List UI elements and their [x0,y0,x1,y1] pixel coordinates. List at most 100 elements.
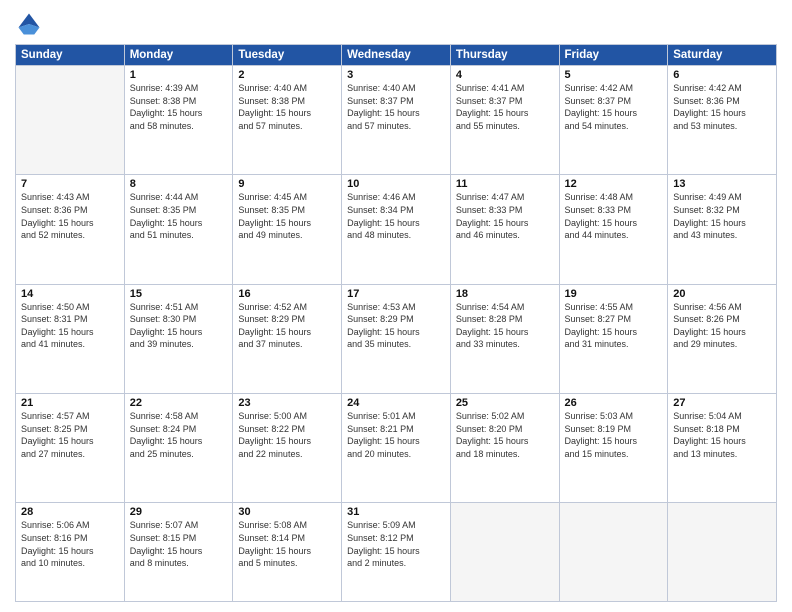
day-info: Sunrise: 4:48 AM Sunset: 8:33 PM Dayligh… [565,191,663,241]
calendar-cell: 11Sunrise: 4:47 AM Sunset: 8:33 PM Dayli… [450,175,559,284]
day-info: Sunrise: 4:40 AM Sunset: 8:37 PM Dayligh… [347,82,445,132]
calendar-cell: 17Sunrise: 4:53 AM Sunset: 8:29 PM Dayli… [342,284,451,393]
day-info: Sunrise: 5:04 AM Sunset: 8:18 PM Dayligh… [673,410,771,460]
calendar-cell: 26Sunrise: 5:03 AM Sunset: 8:19 PM Dayli… [559,393,668,502]
week-row-4: 21Sunrise: 4:57 AM Sunset: 8:25 PM Dayli… [16,393,777,502]
day-info: Sunrise: 4:56 AM Sunset: 8:26 PM Dayligh… [673,301,771,351]
calendar-cell: 10Sunrise: 4:46 AM Sunset: 8:34 PM Dayli… [342,175,451,284]
day-info: Sunrise: 5:00 AM Sunset: 8:22 PM Dayligh… [238,410,336,460]
calendar-body: 1Sunrise: 4:39 AM Sunset: 8:38 PM Daylig… [16,66,777,602]
page: SundayMondayTuesdayWednesdayThursdayFrid… [0,0,792,612]
calendar-cell: 22Sunrise: 4:58 AM Sunset: 8:24 PM Dayli… [124,393,233,502]
day-number: 15 [130,288,228,300]
day-info: Sunrise: 4:39 AM Sunset: 8:38 PM Dayligh… [130,82,228,132]
day-number: 28 [21,506,119,518]
day-info: Sunrise: 4:51 AM Sunset: 8:30 PM Dayligh… [130,301,228,351]
calendar-cell: 3Sunrise: 4:40 AM Sunset: 8:37 PM Daylig… [342,66,451,175]
day-info: Sunrise: 4:46 AM Sunset: 8:34 PM Dayligh… [347,191,445,241]
week-row-1: 1Sunrise: 4:39 AM Sunset: 8:38 PM Daylig… [16,66,777,175]
day-info: Sunrise: 5:01 AM Sunset: 8:21 PM Dayligh… [347,410,445,460]
day-info: Sunrise: 4:52 AM Sunset: 8:29 PM Dayligh… [238,301,336,351]
day-number: 22 [130,397,228,409]
day-number: 4 [456,69,554,81]
day-number: 3 [347,69,445,81]
calendar: SundayMondayTuesdayWednesdayThursdayFrid… [15,44,777,602]
week-row-5: 28Sunrise: 5:06 AM Sunset: 8:16 PM Dayli… [16,503,777,602]
day-number: 19 [565,288,663,300]
calendar-cell: 28Sunrise: 5:06 AM Sunset: 8:16 PM Dayli… [16,503,125,602]
calendar-cell: 31Sunrise: 5:09 AM Sunset: 8:12 PM Dayli… [342,503,451,602]
day-info: Sunrise: 4:50 AM Sunset: 8:31 PM Dayligh… [21,301,119,351]
day-header-friday: Friday [559,45,668,66]
calendar-cell: 2Sunrise: 4:40 AM Sunset: 8:38 PM Daylig… [233,66,342,175]
calendar-cell: 4Sunrise: 4:41 AM Sunset: 8:37 PM Daylig… [450,66,559,175]
day-number: 9 [238,178,336,190]
day-number: 29 [130,506,228,518]
calendar-cell [450,503,559,602]
day-info: Sunrise: 4:54 AM Sunset: 8:28 PM Dayligh… [456,301,554,351]
day-info: Sunrise: 5:03 AM Sunset: 8:19 PM Dayligh… [565,410,663,460]
calendar-cell: 12Sunrise: 4:48 AM Sunset: 8:33 PM Dayli… [559,175,668,284]
calendar-cell [668,503,777,602]
day-header-sunday: Sunday [16,45,125,66]
day-info: Sunrise: 4:44 AM Sunset: 8:35 PM Dayligh… [130,191,228,241]
day-info: Sunrise: 5:06 AM Sunset: 8:16 PM Dayligh… [21,519,119,569]
calendar-cell: 27Sunrise: 5:04 AM Sunset: 8:18 PM Dayli… [668,393,777,502]
day-number: 14 [21,288,119,300]
calendar-cell: 8Sunrise: 4:44 AM Sunset: 8:35 PM Daylig… [124,175,233,284]
calendar-header: SundayMondayTuesdayWednesdayThursdayFrid… [16,45,777,66]
week-row-3: 14Sunrise: 4:50 AM Sunset: 8:31 PM Dayli… [16,284,777,393]
day-number: 30 [238,506,336,518]
calendar-cell: 20Sunrise: 4:56 AM Sunset: 8:26 PM Dayli… [668,284,777,393]
calendar-cell: 16Sunrise: 4:52 AM Sunset: 8:29 PM Dayli… [233,284,342,393]
day-number: 24 [347,397,445,409]
day-header-tuesday: Tuesday [233,45,342,66]
day-number: 13 [673,178,771,190]
day-number: 7 [21,178,119,190]
day-header-wednesday: Wednesday [342,45,451,66]
day-number: 17 [347,288,445,300]
day-number: 6 [673,69,771,81]
calendar-cell: 13Sunrise: 4:49 AM Sunset: 8:32 PM Dayli… [668,175,777,284]
day-info: Sunrise: 4:43 AM Sunset: 8:36 PM Dayligh… [21,191,119,241]
day-info: Sunrise: 4:41 AM Sunset: 8:37 PM Dayligh… [456,82,554,132]
day-info: Sunrise: 4:47 AM Sunset: 8:33 PM Dayligh… [456,191,554,241]
calendar-cell: 15Sunrise: 4:51 AM Sunset: 8:30 PM Dayli… [124,284,233,393]
day-number: 21 [21,397,119,409]
calendar-cell [16,66,125,175]
day-info: Sunrise: 4:55 AM Sunset: 8:27 PM Dayligh… [565,301,663,351]
day-number: 11 [456,178,554,190]
day-number: 1 [130,69,228,81]
calendar-cell: 14Sunrise: 4:50 AM Sunset: 8:31 PM Dayli… [16,284,125,393]
day-info: Sunrise: 4:58 AM Sunset: 8:24 PM Dayligh… [130,410,228,460]
days-of-week-row: SundayMondayTuesdayWednesdayThursdayFrid… [16,45,777,66]
calendar-cell: 6Sunrise: 4:42 AM Sunset: 8:36 PM Daylig… [668,66,777,175]
calendar-cell: 23Sunrise: 5:00 AM Sunset: 8:22 PM Dayli… [233,393,342,502]
calendar-cell: 21Sunrise: 4:57 AM Sunset: 8:25 PM Dayli… [16,393,125,502]
day-info: Sunrise: 4:40 AM Sunset: 8:38 PM Dayligh… [238,82,336,132]
day-number: 25 [456,397,554,409]
day-header-thursday: Thursday [450,45,559,66]
day-header-saturday: Saturday [668,45,777,66]
day-info: Sunrise: 4:53 AM Sunset: 8:29 PM Dayligh… [347,301,445,351]
calendar-cell: 9Sunrise: 4:45 AM Sunset: 8:35 PM Daylig… [233,175,342,284]
day-info: Sunrise: 4:49 AM Sunset: 8:32 PM Dayligh… [673,191,771,241]
day-info: Sunrise: 5:08 AM Sunset: 8:14 PM Dayligh… [238,519,336,569]
week-row-2: 7Sunrise: 4:43 AM Sunset: 8:36 PM Daylig… [16,175,777,284]
day-info: Sunrise: 4:57 AM Sunset: 8:25 PM Dayligh… [21,410,119,460]
logo-icon [15,10,43,38]
day-info: Sunrise: 5:09 AM Sunset: 8:12 PM Dayligh… [347,519,445,569]
calendar-cell: 18Sunrise: 4:54 AM Sunset: 8:28 PM Dayli… [450,284,559,393]
calendar-cell: 25Sunrise: 5:02 AM Sunset: 8:20 PM Dayli… [450,393,559,502]
day-number: 18 [456,288,554,300]
day-info: Sunrise: 4:42 AM Sunset: 8:37 PM Dayligh… [565,82,663,132]
day-number: 31 [347,506,445,518]
day-info: Sunrise: 4:45 AM Sunset: 8:35 PM Dayligh… [238,191,336,241]
day-number: 5 [565,69,663,81]
day-number: 20 [673,288,771,300]
calendar-cell: 30Sunrise: 5:08 AM Sunset: 8:14 PM Dayli… [233,503,342,602]
day-number: 27 [673,397,771,409]
day-number: 12 [565,178,663,190]
day-number: 10 [347,178,445,190]
header [15,10,777,38]
